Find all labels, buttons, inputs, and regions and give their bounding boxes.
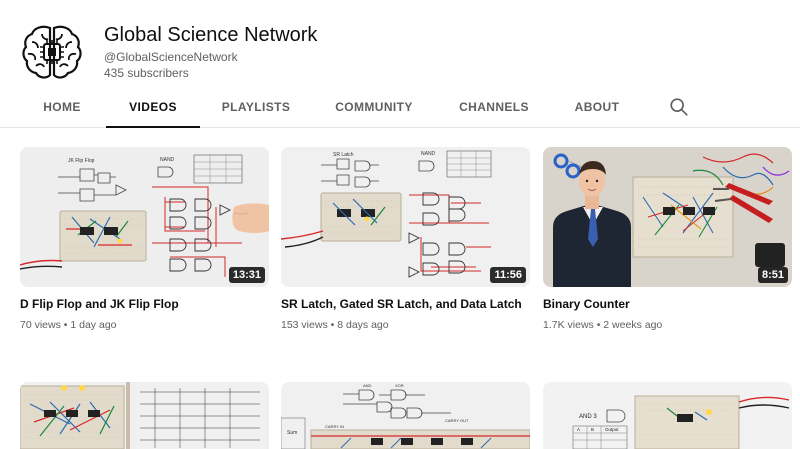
view-count: 153 views	[281, 319, 328, 331]
brain-chip-icon[interactable]	[20, 20, 84, 84]
view-count: 70 views	[20, 319, 61, 331]
video-meta: 153 views • 8 days ago	[281, 319, 530, 331]
tab-community[interactable]: COMMUNITY	[326, 88, 422, 128]
thumb-label: AND	[363, 383, 372, 388]
video-meta: 1.7K views • 2 weeks ago	[543, 319, 792, 331]
video-meta: 70 views • 1 day ago	[20, 319, 269, 331]
channel-handle: @GlobalScienceNetwork	[104, 50, 238, 64]
upload-age: 2 weeks ago	[603, 319, 663, 331]
tab-videos[interactable]: VIDEOS	[106, 88, 200, 128]
video-thumbnail[interactable]: JK Flip Flop NAND 13:31	[20, 147, 269, 287]
view-count: 1.7K views	[543, 319, 594, 331]
tab-home[interactable]: HOME	[28, 88, 96, 128]
tab-playlists[interactable]: PLAYLISTS	[212, 88, 300, 128]
tab-channels[interactable]: CHANNELS	[450, 88, 538, 128]
search-icon[interactable]	[668, 96, 690, 118]
tab-about[interactable]: ABOUT	[564, 88, 630, 128]
thumb-label: CARRY OUT	[445, 418, 469, 423]
video-thumbnail[interactable]: AND XOR CARRY IN CARRY OUT Sum	[281, 382, 530, 449]
thumb-label: CARRY IN	[325, 424, 344, 429]
thumb-label: Output	[605, 427, 619, 432]
video-thumbnail[interactable]: AND 3 A B Output	[543, 382, 792, 449]
video-thumbnail[interactable]: SR Latch NAND 11:56	[281, 147, 530, 287]
video-title[interactable]: SR Latch, Gated SR Latch, and Data Latch	[281, 297, 530, 311]
video-duration: 11:56	[490, 267, 526, 283]
video-title[interactable]: Binary Counter	[543, 297, 792, 311]
thumb-label: XOR	[395, 383, 404, 388]
video-duration: 8:51	[757, 267, 788, 283]
video-thumbnail[interactable]: 8:51	[543, 147, 792, 287]
upload-age: 1 day ago	[70, 319, 117, 331]
thumb-label: B	[591, 427, 594, 432]
channel-name: Global Science Network	[104, 24, 318, 46]
thumb-label: A	[577, 427, 580, 432]
subscriber-count: 435 subscribers	[104, 66, 189, 80]
thumb-label: SR Latch	[333, 152, 354, 158]
upload-age: 8 days ago	[337, 319, 389, 331]
thumb-label: NAND	[160, 157, 175, 163]
thumb-label: JK Flip Flop	[68, 158, 95, 164]
thumb-label: AND 3	[579, 414, 597, 420]
thumb-label: NAND	[421, 151, 436, 157]
video-grid: JK Flip Flop NAND 13:31 D Flip Flop and …	[0, 128, 800, 449]
video-title[interactable]: D Flip Flop and JK Flip Flop	[20, 297, 269, 311]
video-thumbnail[interactable]	[20, 382, 269, 449]
video-duration: 13:31	[228, 267, 265, 283]
thumb-label: Sum	[287, 430, 297, 436]
